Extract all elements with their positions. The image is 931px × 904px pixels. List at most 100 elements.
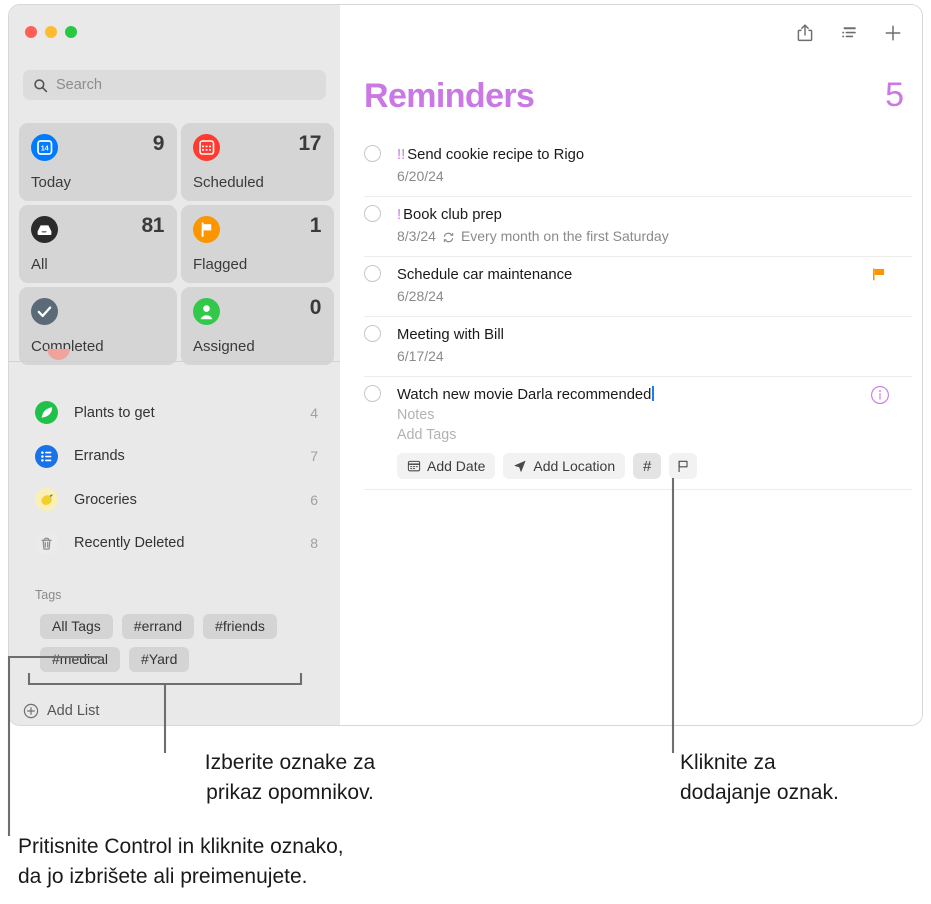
search-placeholder: Search bbox=[56, 77, 102, 93]
annotation-line: prikaz opomnikov. bbox=[206, 781, 374, 804]
reminders-list: !! Send cookie recipe to Rigo 6/20/24 ! Bo… bbox=[364, 137, 912, 490]
calendar-days-icon bbox=[193, 134, 220, 161]
smart-card-scheduled[interactable]: 17 Scheduled bbox=[181, 123, 334, 201]
page-title: Reminders bbox=[364, 77, 535, 115]
reminder-title-input[interactable]: Watch new movie Darla recommended bbox=[397, 387, 651, 403]
priority-marker: ! bbox=[397, 207, 402, 223]
minimize-button[interactable] bbox=[45, 26, 57, 38]
reminder-row[interactable]: Schedule car maintenance 6/28/24 bbox=[364, 257, 912, 317]
add-reminder-icon[interactable] bbox=[882, 22, 904, 44]
annotation-line: dodajanje oznak. bbox=[680, 781, 839, 804]
add-location-button[interactable]: Add Location bbox=[503, 453, 626, 479]
annotation-line: Izberite oznake za bbox=[204, 751, 376, 774]
annotation-line: da jo izbrišete ali preimenujete. bbox=[18, 865, 308, 888]
trash-icon bbox=[35, 531, 58, 555]
smart-card-count: 1 bbox=[309, 214, 322, 237]
sidebar-item-count: 8 bbox=[310, 535, 318, 552]
complete-checkbox[interactable] bbox=[364, 325, 381, 342]
calendar-small-icon bbox=[407, 459, 421, 473]
leaf-icon bbox=[35, 401, 58, 425]
complete-checkbox[interactable] bbox=[364, 145, 381, 162]
list-item-partial-above[interactable] bbox=[47, 349, 70, 362]
add-list-label: Add List bbox=[47, 703, 100, 719]
plus-circle-icon bbox=[23, 703, 39, 719]
sidebar-item-count: 6 bbox=[310, 491, 318, 508]
checkmark-icon bbox=[31, 298, 58, 325]
zoom-button[interactable] bbox=[65, 26, 77, 38]
search-input[interactable]: Search bbox=[23, 70, 326, 100]
close-button[interactable] bbox=[25, 26, 37, 38]
reminder-subtitle: 6/28/24 bbox=[397, 287, 878, 306]
sidebar-item-label: Plants to get bbox=[74, 404, 155, 421]
reminder-row[interactable]: ! Book club prep 8/3/24 Every month on t… bbox=[364, 197, 912, 257]
main-toolbar bbox=[794, 22, 904, 44]
reminder-title-line: !! Send cookie recipe to Rigo bbox=[397, 146, 878, 165]
list-icon bbox=[35, 444, 58, 468]
user-lists: Plants to get 4 Errands 7 Groceries 6 Re… bbox=[9, 391, 340, 565]
reminder-body: Schedule car maintenance 6/28/24 bbox=[397, 266, 912, 306]
reminder-date: 6/28/24 bbox=[397, 288, 444, 304]
screenshot-root: Search 14 9 Today 17 Scheduled 81 All 1 … bbox=[0, 0, 931, 904]
sidebar-item-plants-to-get[interactable]: Plants to get 4 bbox=[9, 391, 340, 435]
reminder-subtitle: 6/17/24 bbox=[397, 347, 878, 366]
reminder-title-line: Watch new movie Darla recommended bbox=[397, 386, 878, 405]
flag-icon bbox=[193, 216, 220, 243]
sidebar-item-label: Errands bbox=[74, 448, 125, 465]
reminder-title: Schedule car maintenance bbox=[397, 267, 573, 283]
add-tags-input[interactable]: Add Tags bbox=[397, 425, 878, 445]
complete-checkbox[interactable] bbox=[364, 385, 381, 402]
reminder-title-line: Meeting with Bill bbox=[397, 326, 878, 345]
repeat-icon bbox=[442, 230, 455, 243]
add-location-label: Add Location bbox=[533, 458, 616, 474]
smart-card-flagged[interactable]: 1 Flagged bbox=[181, 205, 334, 283]
smart-card-count: 0 bbox=[309, 296, 322, 319]
tag-errand[interactable]: #errand bbox=[121, 614, 195, 639]
smart-card-assigned[interactable]: 0 Assigned bbox=[181, 287, 334, 365]
editing-toolbar: Add Date Add Location # bbox=[397, 453, 878, 479]
smart-card-completed[interactable]: Completed bbox=[19, 287, 177, 365]
add-tag-button[interactable]: # bbox=[633, 453, 662, 479]
sidebar-item-recently-deleted[interactable]: Recently Deleted 8 bbox=[9, 522, 340, 566]
tag-medical[interactable]: #medical bbox=[40, 647, 121, 672]
reminder-body: ! Book club prep 8/3/24 Every month on t… bbox=[397, 206, 912, 246]
reminder-date: 8/3/24 bbox=[397, 228, 436, 244]
reminder-title-line: ! Book club prep bbox=[397, 206, 878, 225]
sidebar-item-count: 7 bbox=[310, 448, 318, 465]
tag-yard[interactable]: #Yard bbox=[129, 647, 190, 672]
add-date-button[interactable]: Add Date bbox=[397, 453, 496, 479]
flag-indicator-icon bbox=[872, 267, 886, 287]
reminder-info-icon[interactable] bbox=[870, 385, 890, 410]
add-date-label: Add Date bbox=[427, 458, 486, 474]
priority-marker: !! bbox=[397, 147, 406, 163]
reminder-row[interactable]: !! Send cookie recipe to Rigo 6/20/24 bbox=[364, 137, 912, 197]
tag-friends[interactable]: #friends bbox=[203, 614, 277, 639]
annotation-control-click: Pritisnite Control in kliknite oznako, d… bbox=[18, 832, 538, 892]
view-options-icon[interactable] bbox=[838, 22, 860, 44]
smart-card-count: 9 bbox=[152, 132, 165, 155]
add-list-button[interactable]: Add List bbox=[23, 703, 99, 719]
sidebar-item-errands[interactable]: Errands 7 bbox=[9, 435, 340, 479]
smart-card-today[interactable]: 14 9 Today bbox=[19, 123, 177, 201]
person-icon bbox=[193, 298, 220, 325]
calendar-icon: 14 bbox=[31, 134, 58, 161]
smart-card-count: 81 bbox=[141, 214, 164, 237]
reminder-title: Book club prep bbox=[403, 207, 502, 223]
sidebar-item-label: Groceries bbox=[74, 491, 137, 508]
reminders-window: Search 14 9 Today 17 Scheduled 81 All 1 … bbox=[8, 4, 923, 726]
flag-button[interactable] bbox=[669, 453, 698, 479]
reminder-title: Send cookie recipe to Rigo bbox=[407, 147, 585, 163]
reminder-row-editing[interactable]: Watch new movie Darla recommended Notes … bbox=[364, 377, 912, 490]
notes-input[interactable]: Notes bbox=[397, 405, 878, 425]
complete-checkbox[interactable] bbox=[364, 265, 381, 282]
annotation-add-tags: Kliknite za dodajanje oznak. bbox=[680, 748, 920, 808]
share-icon[interactable] bbox=[794, 22, 816, 44]
reminder-row[interactable]: Meeting with Bill 6/17/24 bbox=[364, 317, 912, 377]
smart-card-label: Scheduled bbox=[193, 174, 264, 191]
complete-checkbox[interactable] bbox=[364, 205, 381, 222]
tag-all-tags[interactable]: All Tags bbox=[40, 614, 113, 639]
sidebar-item-groceries[interactable]: Groceries 6 bbox=[9, 478, 340, 522]
smart-card-all[interactable]: 81 All bbox=[19, 205, 177, 283]
svg-text:14: 14 bbox=[41, 144, 49, 153]
inbox-icon bbox=[31, 216, 58, 243]
lemon-icon bbox=[35, 488, 58, 512]
